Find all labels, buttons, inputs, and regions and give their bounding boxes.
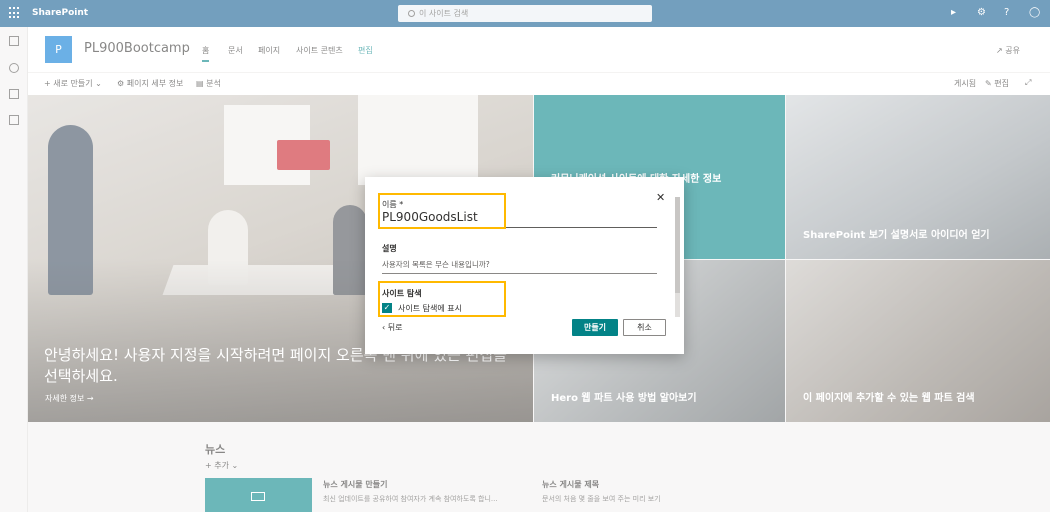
dialog-scrollbar[interactable] [675, 197, 680, 317]
create-list-dialog: ✕ 이름 * PL900GoodsList 설명 사용자의 목록은 무슨 내용입… [365, 177, 684, 354]
description-input[interactable]: 사용자의 목록은 무슨 내용입니까? [382, 259, 657, 274]
cancel-button[interactable]: 취소 [623, 319, 666, 336]
close-icon[interactable]: ✕ [656, 191, 665, 204]
site-nav-highlight-box [378, 281, 506, 317]
name-highlight-box [378, 193, 506, 229]
back-label: 뒤로 [387, 323, 403, 332]
back-button[interactable]: ‹ 뒤로 [382, 322, 402, 333]
description-field-label: 설명 [382, 244, 397, 253]
scrollbar-thumb[interactable] [675, 197, 680, 293]
create-button[interactable]: 만들기 [572, 319, 618, 336]
